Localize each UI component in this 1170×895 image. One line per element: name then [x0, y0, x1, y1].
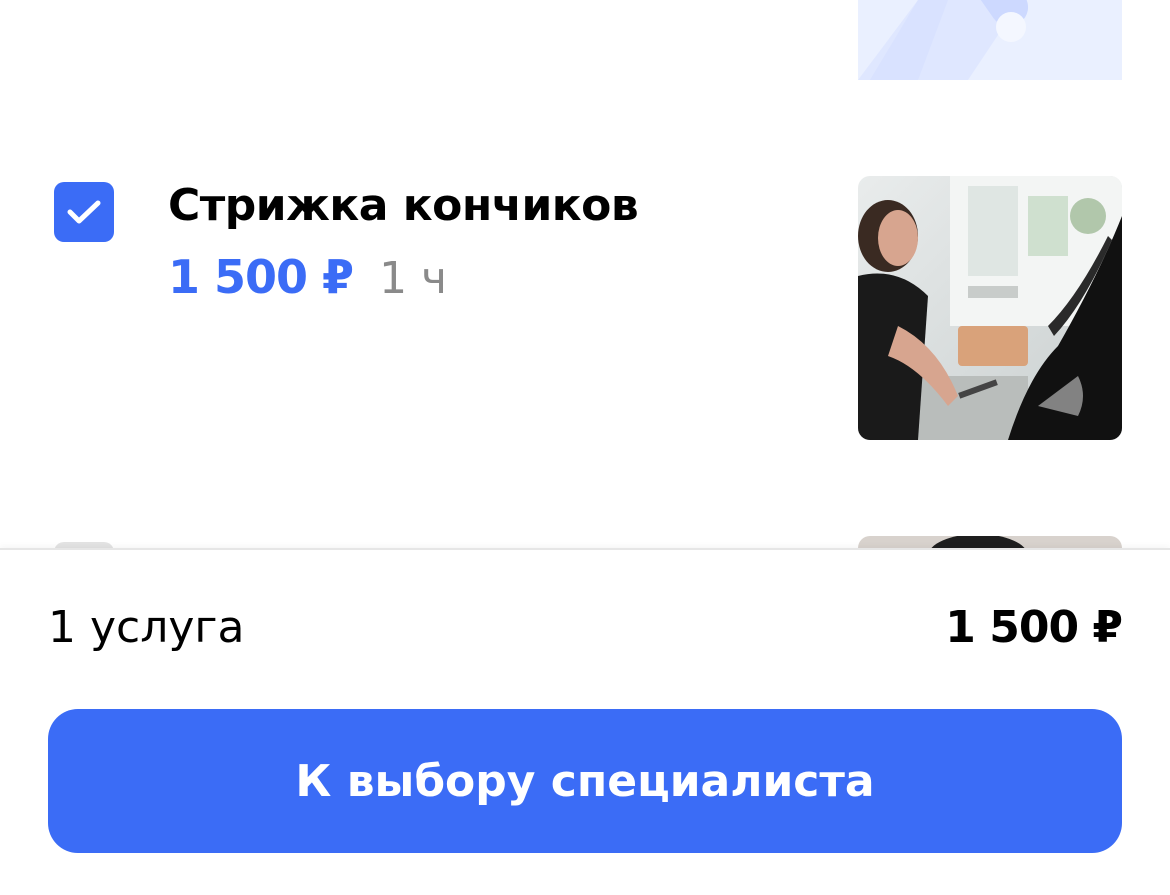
service-price: 1 500 ₽: [168, 250, 354, 304]
previous-service-image: [858, 0, 1122, 80]
service-selection-screen: Стрижка кончиков 1 500 ₽ 1 ч 1 услуга 1 5…: [0, 0, 1170, 895]
check-icon: [67, 200, 101, 224]
service-duration: 1 ч: [379, 253, 448, 304]
booking-summary-sheet: 1 услуга 1 500 ₽ К выбору специалиста: [0, 548, 1170, 895]
service-photo[interactable]: [858, 176, 1122, 440]
service-title[interactable]: Стрижка кончиков: [168, 178, 639, 234]
selected-services-count: 1 услуга: [48, 602, 245, 653]
next-service-photo[interactable]: [858, 536, 1122, 548]
total-price: 1 500 ₽: [945, 602, 1123, 653]
service-checkbox-checked[interactable]: [54, 182, 114, 242]
service-meta: 1 500 ₽ 1 ч: [168, 248, 447, 317]
choose-specialist-button[interactable]: К выбору специалиста: [48, 709, 1122, 853]
services-list[interactable]: Стрижка кончиков 1 500 ₽ 1 ч: [0, 0, 1170, 548]
